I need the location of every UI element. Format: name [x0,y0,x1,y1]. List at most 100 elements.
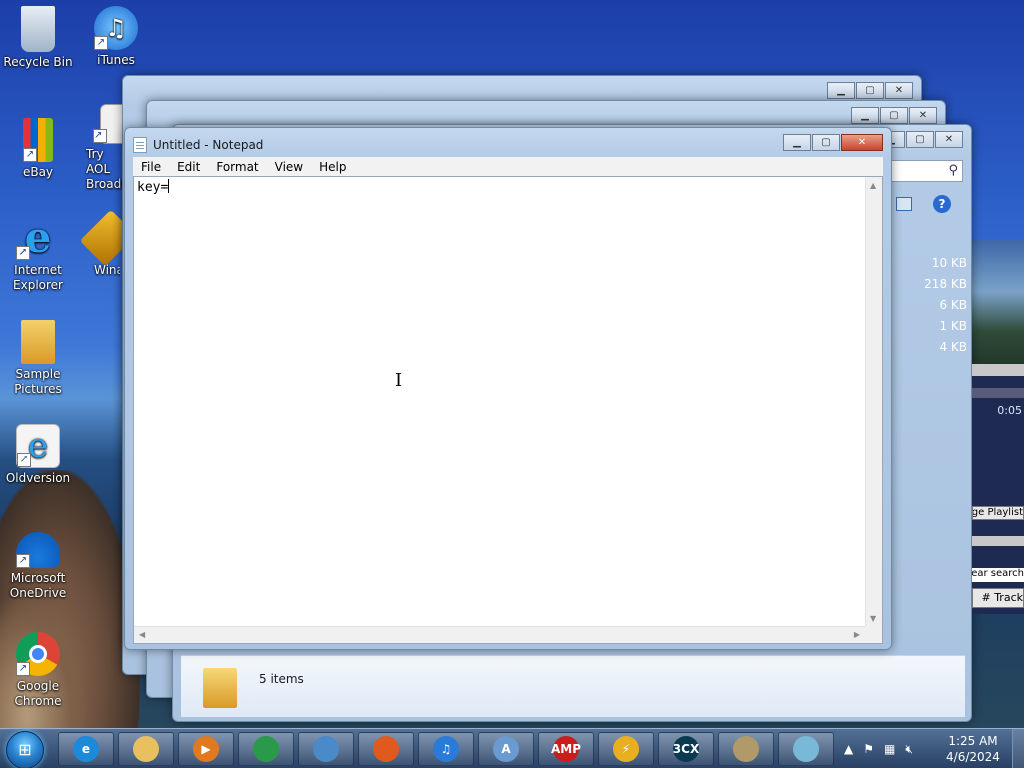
desktop-icon-ebay[interactable]: ↗ eBay [0,118,76,180]
track-column-header[interactable]: Track # [972,588,1024,608]
desktop-icon-onedrive[interactable]: ↗ Microsoft OneDrive [0,532,76,601]
desktop-icon-label: Winamp [94,263,120,277]
minimize-button[interactable]: ▁ [851,107,879,124]
taskbar-button-itunes[interactable]: ♫ [418,732,474,766]
horizontal-scrollbar[interactable]: ◀ ▶ [134,626,865,643]
3cx-icon: 3CX [673,736,699,762]
desktop-icon-google-chrome[interactable]: ↗ Google Chrome [0,632,76,709]
notepad-window[interactable]: Untitled - Notepad ▁ ▢ ✕ File Edit Forma… [124,127,892,650]
taskbar-button-wordpad[interactable]: A [478,732,534,766]
taskbar: ⊞ e ▶ ♫ A AMP ⚡ 3CX ▲ ⚑ ▦ 🔇︎ 1:25 AM 4/6/2024 [0,728,1024,768]
taskbar-button-control-panel[interactable] [298,732,354,766]
close-button[interactable]: ✕ [909,107,937,124]
winamp-volume-bar[interactable] [972,388,1024,398]
ebay-icon: ↗ [23,118,53,162]
winamp-icon: AMP [551,736,581,762]
shortcut-arrow-icon: ↗ [94,36,108,50]
clock-time: 1:25 AM [948,734,998,748]
scroll-right-icon[interactable]: ▶ [854,630,860,639]
details-pane: 5 items [181,655,965,717]
minimize-button[interactable]: ▁ [783,134,811,151]
system-tray: ▲ ⚑ ▦ 🔇︎ [844,729,923,768]
itunes-icon: ♫ [433,736,459,762]
file-size: 1 KB [939,319,967,333]
desktop-icon-itunes[interactable]: ♫ ↗ iTunes [78,6,154,68]
notepad-icon [133,137,147,153]
shortcut-arrow-icon: ↗ [16,554,30,568]
desktop-icon-internet-explorer[interactable]: e ↗ Internet Explorer [0,216,76,293]
taskbar-button-keys[interactable] [718,732,774,766]
scroll-down-icon[interactable]: ▼ [870,614,876,623]
file-list-sizes: 10 KB 218 KB 6 KB 1 KB 4 KB [891,221,971,651]
window-controls: ▁ ▢ ✕ [782,134,883,151]
desktop-icon-sample-pictures[interactable]: Sample Pictures [0,320,76,397]
taskbar-button-notepad[interactable] [778,732,834,766]
show-desktop-button[interactable] [1012,729,1024,768]
taskbar-button-firefox[interactable] [358,732,414,766]
show-hidden-icons-icon[interactable]: ▲ [844,742,853,756]
chrome-icon: ↗ [16,632,60,676]
firefox-icon [373,736,399,762]
preview-pane-icon[interactable] [896,197,912,211]
minimize-button[interactable]: ▁ [827,82,855,99]
oldversion-icon: e ↗ [16,424,60,468]
shortcut-arrow-icon: ↗ [16,246,30,260]
desktop-icon-oldversion[interactable]: e ↗ Oldversion [0,424,76,486]
vertical-scrollbar[interactable]: ▲ ▼ [865,177,882,627]
scroll-up-icon[interactable]: ▲ [870,181,876,190]
winamp-lightning-icon: ⚡ [613,736,639,762]
desktop-icon-label: Microsoft OneDrive [9,571,67,600]
taskbar-clock[interactable]: 1:25 AM 4/6/2024 [940,733,1006,765]
winamp-divider [972,536,1024,546]
taskbar-button-winamp[interactable]: AMP [538,732,594,766]
text-editor[interactable]: key= ▲ ▼ ◀ ▶ [133,176,883,644]
taskbar-button-internet-explorer[interactable]: e [58,732,114,766]
maximize-button[interactable]: ▢ [880,107,908,124]
itunes-icon: ♫ ↗ [94,6,138,50]
menu-edit[interactable]: Edit [177,160,200,174]
menu-file[interactable]: File [141,160,161,174]
search-box[interactable]: ⚲ [891,160,963,182]
ibeam-cursor-icon: I [395,370,403,391]
maximize-button[interactable]: ▢ [906,131,934,148]
media-player-icon: ▶ [193,736,219,762]
help-icon[interactable]: ? [933,195,951,213]
start-button[interactable]: ⊞ [6,731,44,768]
menu-format[interactable]: Format [216,160,258,174]
wordpad-icon: A [493,736,519,762]
taskbar-button-winamp-lightning[interactable]: ⚡ [598,732,654,766]
menu-view[interactable]: View [275,160,303,174]
taskbar-button-windows-explorer[interactable] [118,732,174,766]
scroll-left-icon[interactable]: ◀ [139,630,145,639]
toolbar-right: ? [891,191,971,219]
close-button[interactable]: ✕ [841,134,883,151]
menu-help[interactable]: Help [319,160,346,174]
maximize-button[interactable]: ▢ [856,82,884,99]
taskbar-button-3cx[interactable]: 3CX [658,732,714,766]
action-center-flag-icon[interactable]: ⚑ [863,742,874,756]
editor-content[interactable]: key= [137,179,170,195]
desktop-icon-try-aol[interactable]: ↗ Try AOL Broadband [78,104,151,192]
close-button[interactable]: ✕ [935,131,963,148]
volume-muted-icon[interactable]: 🔇︎ [905,742,913,757]
desktop-icon-recycle-bin[interactable]: Recycle Bin [0,6,76,70]
winamp-window[interactable]: 0:05 Manage Playlist Clear search Track … [972,364,1024,614]
close-button[interactable]: ✕ [885,82,913,99]
desktop-icon-label: eBay [22,165,54,179]
file-size: 4 KB [939,340,967,354]
file-size: 10 KB [931,256,967,270]
taskbar-button-media-player[interactable]: ▶ [178,732,234,766]
desktop-icon-label: Sample Pictures [14,367,62,396]
maximize-button[interactable]: ▢ [812,134,840,151]
desktop-icon-label: Google Chrome [14,679,62,708]
taskbar-button-chrome[interactable] [238,732,294,766]
resize-grip[interactable] [865,626,882,643]
chrome-icon [253,736,279,762]
file-size: 218 KB [924,277,967,291]
network-icon[interactable]: ▦ [884,742,895,756]
winamp-seek-bar[interactable] [972,364,1024,376]
window-controls: ▁ ▢ ✕ [826,82,913,99]
desktop-icon-winamp[interactable]: Winamp [79,209,137,278]
manage-playlist-button[interactable]: Manage Playlist [972,506,1024,520]
clear-search-button[interactable]: Clear search [972,568,1024,582]
